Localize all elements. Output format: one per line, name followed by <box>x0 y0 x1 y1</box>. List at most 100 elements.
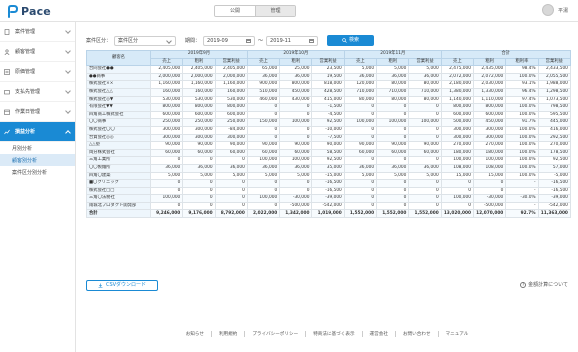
value-cell: -16,500 <box>311 186 345 196</box>
value-cell: 91.7% <box>505 118 539 127</box>
date-from-input[interactable]: 2019-09 <box>203 35 256 46</box>
value-cell: 0 <box>376 133 410 143</box>
value-cell: 100.0% <box>505 133 539 143</box>
value-cell: 19,500 <box>311 72 345 82</box>
value-cell: 0 <box>343 125 378 135</box>
calc-help-link[interactable]: ? 金額計算について <box>520 281 568 288</box>
value-cell: 25,000 <box>279 65 313 74</box>
sidebar-subitem-by-customer[interactable]: 顧客別分析 <box>0 154 75 166</box>
value-cell: 36,000 <box>182 163 216 173</box>
value-cell: 0 <box>408 125 442 135</box>
sidebar-item-projects[interactable]: 案件管理 <box>0 22 75 42</box>
sidebar-item-profit-analysis[interactable]: 損益分析 <box>0 122 75 142</box>
value-cell: 92,500 <box>537 156 571 165</box>
column-header: 営業利益 <box>537 57 571 67</box>
customer-name-cell[interactable]: ●●商事 <box>86 72 151 82</box>
value-cell: -30,000 <box>279 194 313 203</box>
customer-name-cell[interactable]: 株式会社△△ <box>86 87 151 97</box>
csv-download-button[interactable]: CSVダウンロード <box>86 280 158 291</box>
value-cell: 36,000 <box>214 163 248 173</box>
customer-name-cell[interactable]: 三角工業所 <box>86 156 151 165</box>
value-cell: 100.0% <box>505 125 539 135</box>
value-cell: 5,000 <box>408 171 442 181</box>
footer-link-privacy[interactable]: プライバシーポリシー <box>245 331 307 337</box>
customer-name-header[interactable]: 顧客名 <box>86 49 151 67</box>
sidebar-item-label: 損益分析 <box>15 129 36 135</box>
value-cell: 180,000 <box>440 148 475 158</box>
sidebar-subitem-by-category[interactable]: 案件区分別分析 <box>0 166 75 178</box>
customer-name-cell[interactable]: △△塾 <box>86 141 151 150</box>
sidebar-item-label: 支払先管理 <box>15 89 41 95</box>
sidebar-item-workdays[interactable]: 作業日管理 <box>0 102 75 122</box>
customer-name-cell[interactable]: 三角〇法務社 <box>86 194 151 203</box>
footer-link-news[interactable]: お知らせ <box>179 331 212 337</box>
table-row: 株式会社△△ 160,000 160,000 160,000 510,000 450,00… <box>86 87 571 97</box>
customer-name-cell[interactable]: 岡分株式会社 <box>86 148 151 158</box>
customer-name-cell[interactable]: 四角商工株式会社 <box>86 110 151 120</box>
value-cell: 0 <box>149 186 184 196</box>
mode-admin-button[interactable]: 管理 <box>255 6 295 16</box>
customer-name-cell[interactable]: 〇〇商事 <box>86 118 151 127</box>
value-cell: -542,000 <box>311 201 345 211</box>
customer-name-cell[interactable]: 株式会社×× <box>86 80 151 89</box>
table-subheader-row: 売上 粗利 営業利益 売上 粗利 営業利益 売上 粗利 営業利益 売上 粗利 粗利率 営業利益 <box>87 57 571 67</box>
sidebar-item-payees[interactable]: 支払先管理 <box>0 82 75 102</box>
value-cell: 0 <box>440 179 475 188</box>
value-cell: 0 <box>279 186 313 196</box>
trend-chart-icon <box>4 129 10 135</box>
value-cell: -1,500 <box>311 103 345 112</box>
value-cell: 0 <box>408 110 442 120</box>
date-to-input[interactable]: 2019-11 <box>266 35 319 46</box>
sidebar-item-costs[interactable]: 原価管理 <box>0 62 75 82</box>
value-cell: 445,000 <box>537 118 571 127</box>
column-header: 粗利 <box>376 57 410 67</box>
customer-name-cell[interactable]: 株式会社□□ <box>86 186 151 196</box>
value-cell: 0 <box>408 156 442 165</box>
category-select[interactable]: 案件区分 <box>114 35 177 46</box>
value-cell: 460,000 <box>246 95 281 105</box>
footer-link-contact[interactable]: お問い合わせ <box>396 331 439 337</box>
sidebar-item-customers[interactable]: 顧客管理 <box>0 42 75 62</box>
calendar-icon <box>246 38 252 43</box>
value-cell: 36,000 <box>246 163 281 173</box>
customer-name-cell[interactable]: 有限会社▼▼ <box>86 103 151 112</box>
value-cell: 0 <box>376 179 410 188</box>
customer-name-cell[interactable]: 四角〇建築 <box>86 171 151 181</box>
customer-name-cell[interactable]: 雨城北プロダクト開発部 <box>86 201 151 211</box>
sidebar-subitem-monthly[interactable]: 月別分析 <box>0 142 75 154</box>
value-cell: -542,000 <box>537 201 571 211</box>
filter-bar: 案件区分： 案件区分 期間： 2019-09 〜 2019-11 検索 <box>86 35 375 46</box>
footer-link-manual[interactable]: マニュアル <box>439 331 476 337</box>
value-cell: 798,500 <box>537 103 571 112</box>
footer-link-company[interactable]: 運営会社 <box>363 331 396 337</box>
value-cell: 90,000 <box>408 141 442 150</box>
value-cell: 0 <box>408 133 442 143</box>
footer-link-commerce-law[interactable]: 特商法に基づく表示 <box>306 331 363 337</box>
value-cell: 2,072,000 <box>472 72 507 82</box>
table-header-row: 顧客名 2019年9月 2019年10月 2019年11月 合計 <box>86 49 571 67</box>
value-cell: 0 <box>279 125 313 135</box>
search-button[interactable]: 検索 <box>327 35 375 46</box>
value-cell: 0 <box>182 179 216 188</box>
value-cell: 11,363,000 <box>537 209 571 219</box>
chevron-down-icon <box>65 108 71 114</box>
customer-name-cell[interactable]: ■〇クリニック <box>86 179 151 188</box>
customer-name-cell[interactable]: 〇〇製麺所 <box>86 163 151 173</box>
customer-name-cell[interactable]: 株式会社〇〇 <box>86 125 151 135</box>
user-menu[interactable]: 平湯 <box>541 4 568 16</box>
logo[interactable]: Pace <box>8 4 51 19</box>
value-cell: 530,000 <box>149 95 184 105</box>
customer-name-cell[interactable]: 株式会社◎▼ <box>86 95 151 105</box>
value-cell: 108,000 <box>472 163 507 173</box>
value-cell: -7,500 <box>311 133 345 143</box>
value-cell: 2,405,000 <box>214 65 248 74</box>
table-row: 合同会社●● 2,405,000 2,405,000 2,405,000 65,000 2… <box>86 65 571 74</box>
footer-link-terms[interactable]: 利用規約 <box>212 331 246 337</box>
value-cell: 0 <box>182 194 216 203</box>
value-cell: 90,000 <box>149 141 184 150</box>
customer-name-cell[interactable]: 合資会社◎◎ <box>86 133 151 143</box>
customer-name-cell[interactable]: 合同会社●● <box>86 65 151 74</box>
column-header: 粗利 <box>182 57 216 67</box>
value-cell: 1,160,000 <box>214 80 248 89</box>
mode-public-button[interactable]: 公開 <box>215 6 255 16</box>
